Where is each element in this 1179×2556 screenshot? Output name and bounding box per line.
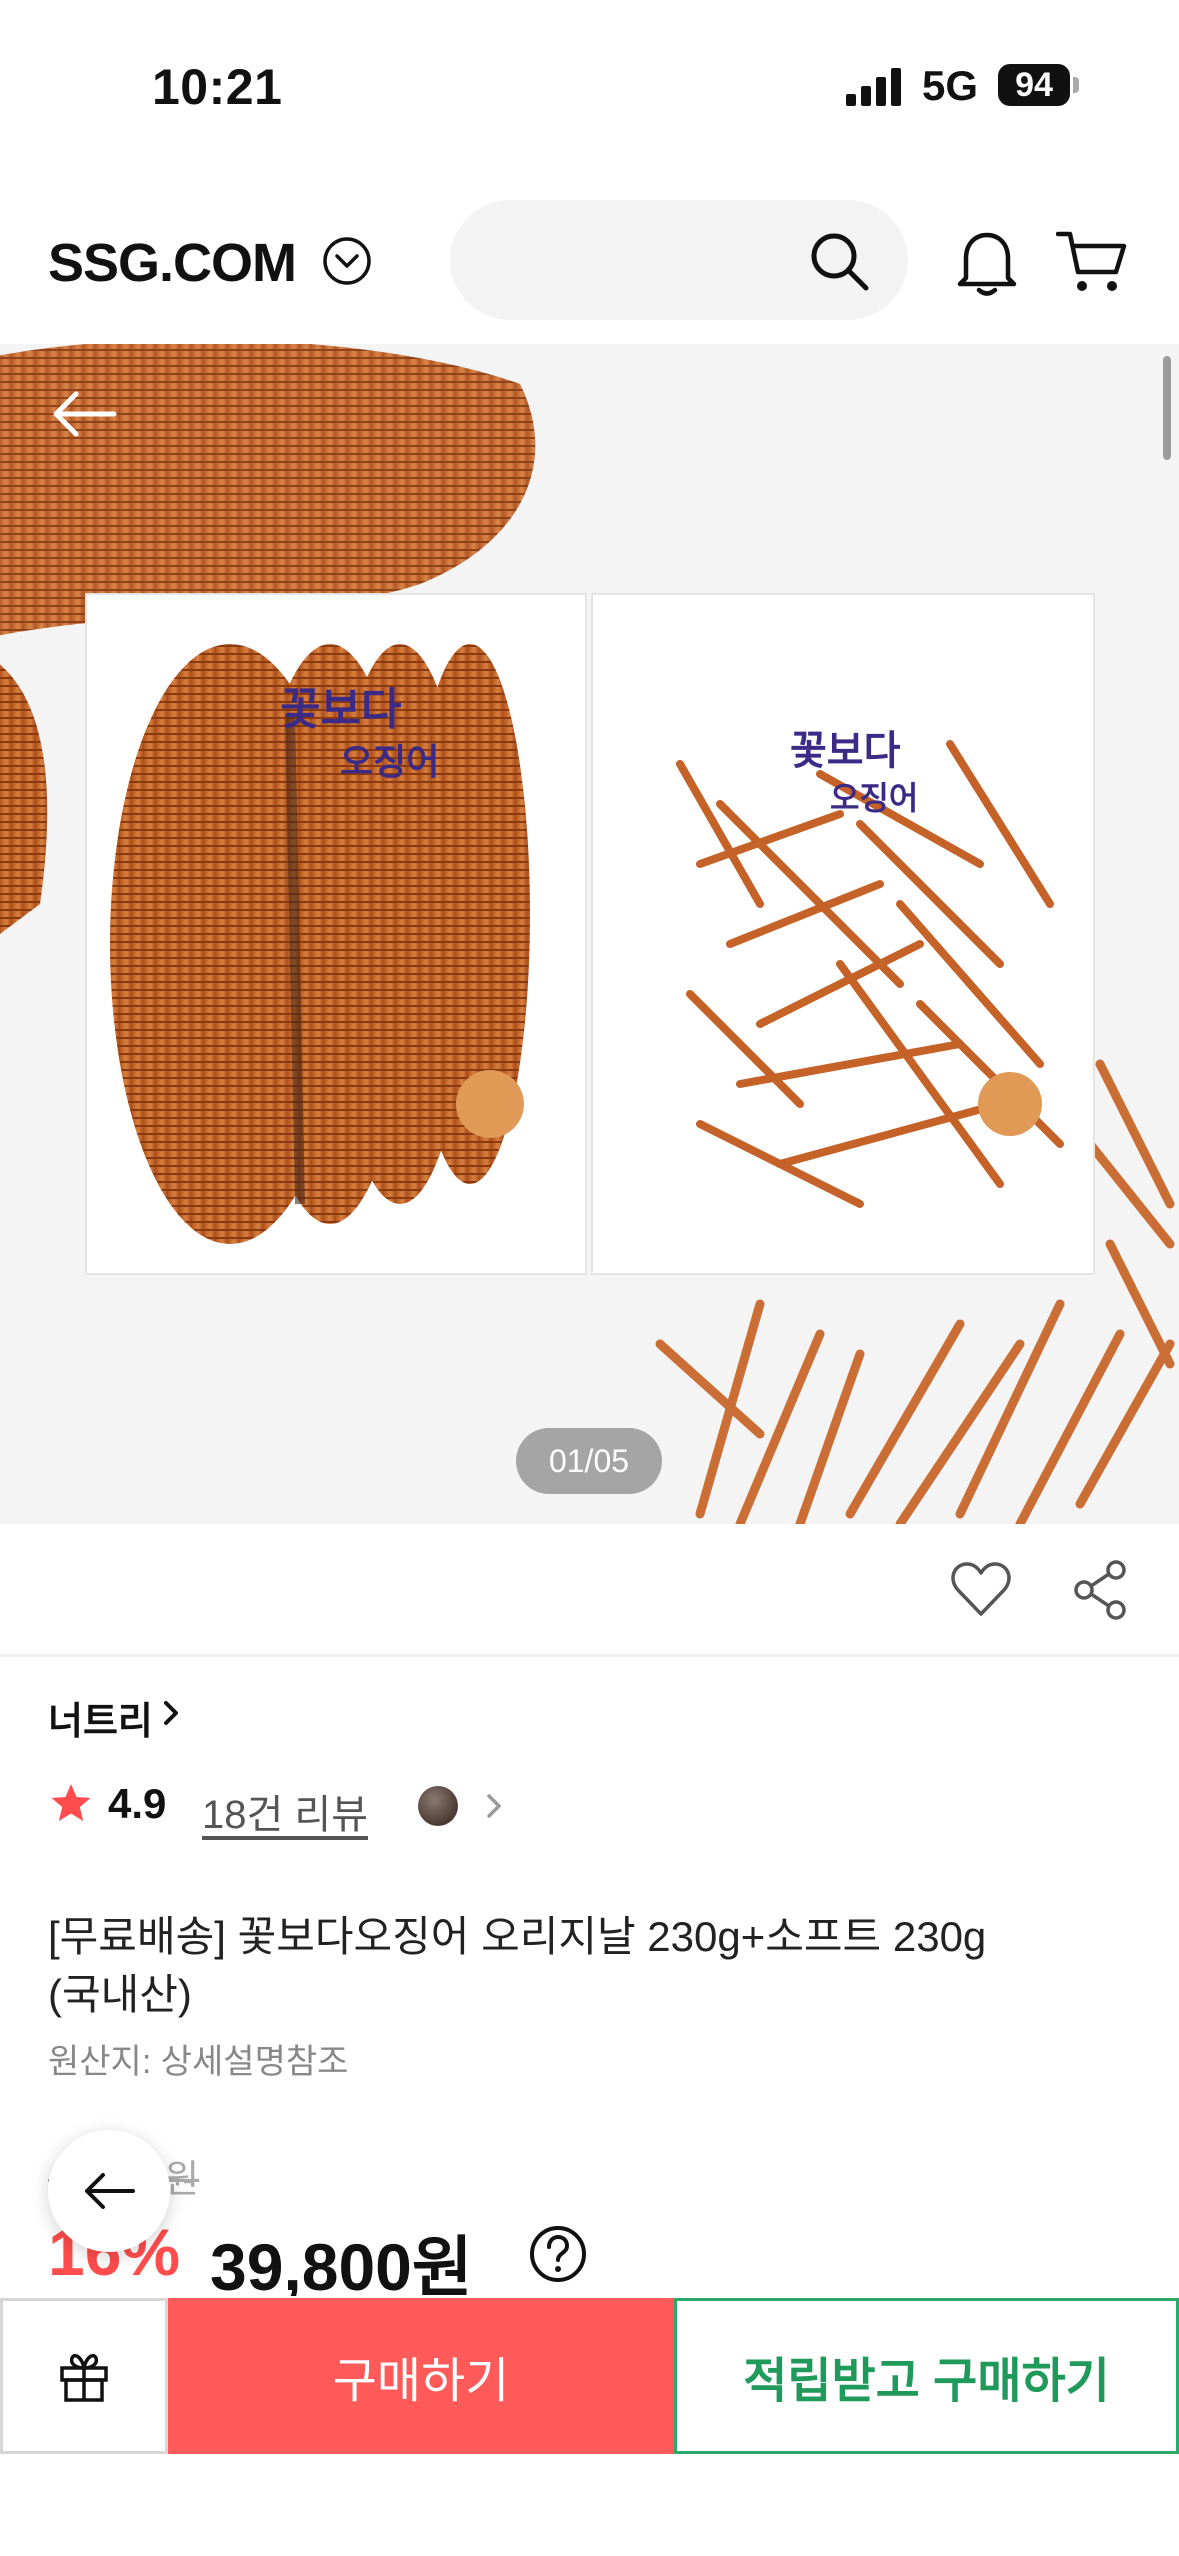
gift-icon (60, 2353, 108, 2402)
bell-icon[interactable] (954, 226, 1020, 298)
review-link[interactable]: 18건 리뷰 (202, 1782, 368, 1840)
product-photo: 꽃보다 오징어 꽃보다 오징어 (0, 344, 1175, 1524)
battery-cap (1073, 77, 1079, 93)
buy-button[interactable]: 구매하기 (168, 2298, 674, 2454)
search-icon[interactable] (808, 230, 870, 292)
status-time: 10:21 (152, 59, 283, 115)
ssg-logo[interactable]: SSG.COM (48, 232, 297, 294)
cart-icon[interactable] (1056, 228, 1128, 296)
battery-icon: 94 (998, 64, 1070, 106)
chevron-right-icon[interactable] (160, 1695, 184, 1731)
image-counter: 01/05 (516, 1428, 662, 1494)
svg-text:꽃보다: 꽃보다 (790, 728, 901, 774)
gift-button[interactable] (0, 2298, 168, 2454)
question-icon[interactable] (528, 2224, 588, 2284)
svg-text:오징어: 오징어 (340, 742, 439, 783)
product-title: [무료배송] 꽃보다오징어 오리지날 230g+소프트 230g (국내산) (48, 1913, 987, 2018)
reviewer-avatar[interactable] (418, 1786, 458, 1826)
signal-icon (846, 68, 901, 106)
network-label: 5G (922, 62, 979, 109)
divider (0, 1654, 1179, 1657)
origin-label: 원산지: 상세설명참조 (48, 2043, 349, 2081)
svg-text:꽃보다: 꽃보다 (280, 684, 401, 735)
chevron-down-icon[interactable] (322, 236, 372, 286)
back-arrow-icon (85, 2173, 135, 2209)
heart-icon[interactable] (950, 1560, 1012, 1618)
chevron-right-icon[interactable] (484, 1788, 506, 1824)
points-buy-button[interactable]: 적립받고 구매하기 (674, 2298, 1179, 2454)
brand-link[interactable]: 너트리 (48, 1690, 153, 1745)
floating-back-button[interactable] (48, 2130, 170, 2252)
svg-text:오징어: 오징어 (830, 779, 918, 817)
back-arrow-icon[interactable] (48, 384, 120, 444)
product-image[interactable]: 꽃보다 오징어 꽃보다 오징어 (0, 344, 1179, 1524)
rating-value: 4.9 (108, 1780, 167, 1827)
scrollbar[interactable] (1163, 356, 1171, 460)
share-icon[interactable] (1072, 1560, 1128, 1620)
star-icon (51, 1784, 91, 1821)
